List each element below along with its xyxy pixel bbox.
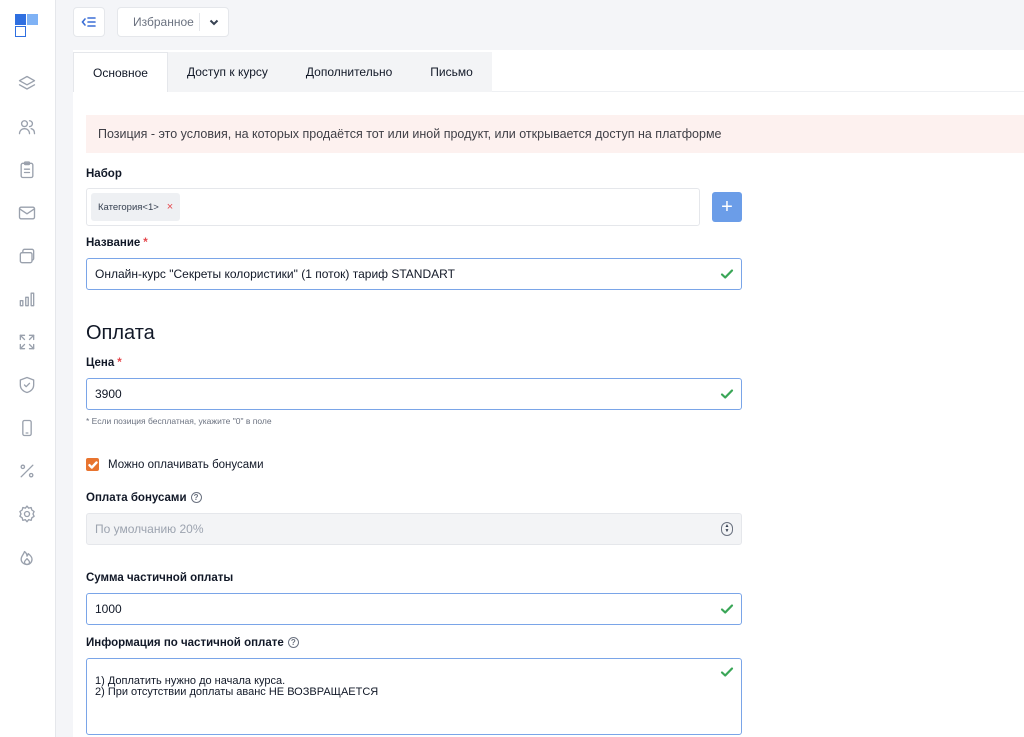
tag-remove-icon[interactable]: × [167, 201, 173, 213]
required-mark: * [143, 237, 148, 249]
partial-info-value: 1) Доплатить нужно до начала курса. 2) П… [95, 675, 379, 698]
price-label: Цена * [86, 357, 122, 369]
main-panel: Основное Доступ к курсу Дополнительно Пи… [73, 50, 1024, 737]
valid-check-icon [720, 602, 734, 616]
bonus-checkbox[interactable] [86, 458, 99, 471]
price-input[interactable]: 3900 [86, 378, 742, 410]
set-label: Набор [86, 168, 122, 180]
tab-additional[interactable]: Дополнительно [286, 52, 412, 92]
partial-sum-value: 1000 [95, 602, 122, 616]
chevron-down-icon[interactable] [200, 16, 228, 28]
mobile-icon[interactable] [16, 417, 38, 439]
favorites-dropdown[interactable]: Избранное [117, 7, 229, 37]
expand-icon[interactable] [16, 331, 38, 353]
tab-course-access[interactable]: Доступ к курсу [167, 52, 287, 92]
price-value: 3900 [95, 387, 122, 401]
bonus-payment-label: Оплата бонусами? [86, 492, 202, 504]
number-spinner-icon[interactable]: ▲ ▼ [721, 522, 733, 536]
info-notice: Позиция - это условия, на которых продаё… [86, 115, 1024, 153]
partial-sum-input[interactable]: 1000 [86, 593, 742, 625]
partial-sum-label: Сумма частичной оплаты [86, 572, 234, 584]
shield-icon[interactable] [16, 374, 38, 396]
tab-letter[interactable]: Письмо [411, 52, 492, 92]
sidebar [0, 0, 56, 737]
set-input[interactable]: Категория<1> × [86, 188, 700, 226]
mail-icon[interactable] [16, 202, 38, 224]
help-icon[interactable]: ? [287, 637, 299, 648]
name-value: Онлайн-курс "Секреты колористики" (1 пот… [95, 267, 455, 281]
users-icon[interactable] [16, 116, 38, 138]
bonus-payment-label-text: Оплата бонусами [86, 492, 187, 504]
layers-icon[interactable] [16, 73, 38, 95]
percent-icon[interactable] [16, 460, 38, 482]
name-label-text: Название [86, 237, 141, 249]
clipboard-icon[interactable] [16, 159, 38, 181]
partial-info-label: Информация по частичной оплате? [86, 637, 299, 649]
favorites-label: Избранное [133, 15, 194, 29]
required-mark: * [117, 357, 122, 369]
bar-chart-icon[interactable] [16, 288, 38, 310]
sidebar-toggle-button[interactable] [73, 7, 105, 37]
bonus-checkbox-row[interactable]: Можно оплачивать бонусами [86, 458, 264, 471]
tab-bar: Основное Доступ к курсу Дополнительно Пи… [73, 52, 1024, 92]
partial-info-label-text: Информация по частичной оплате [86, 637, 284, 649]
set-tag-label: Категория<1> [98, 201, 159, 213]
fire-icon[interactable] [16, 546, 38, 568]
price-hint: * Если позиция бесплатная, укажите "0" в… [86, 416, 272, 426]
bonus-payment-placeholder: По умолчанию 20% [95, 522, 204, 536]
set-tag: Категория<1> × [91, 193, 181, 221]
app-logo[interactable] [15, 14, 39, 38]
gear-icon[interactable] [16, 503, 38, 525]
name-label: Название * [86, 237, 148, 249]
valid-check-icon [720, 267, 734, 281]
cards-icon[interactable] [16, 245, 38, 267]
partial-info-textarea[interactable]: 1) Доплатить нужно до начала курса. 2) П… [86, 658, 742, 735]
tab-main[interactable]: Основное [73, 52, 168, 92]
name-input[interactable]: Онлайн-курс "Секреты колористики" (1 пот… [86, 258, 742, 290]
payment-section-title: Оплата [86, 322, 155, 344]
add-set-button[interactable]: + [712, 192, 742, 222]
help-icon[interactable]: ? [190, 492, 202, 503]
valid-check-icon [720, 665, 734, 682]
bonus-checkbox-label: Можно оплачивать бонусами [108, 458, 264, 471]
price-label-text: Цена [86, 357, 115, 369]
topbar: Избранное [56, 0, 1024, 46]
bonus-payment-input[interactable]: По умолчанию 20% ▲ ▼ [86, 513, 742, 545]
valid-check-icon [720, 387, 734, 401]
